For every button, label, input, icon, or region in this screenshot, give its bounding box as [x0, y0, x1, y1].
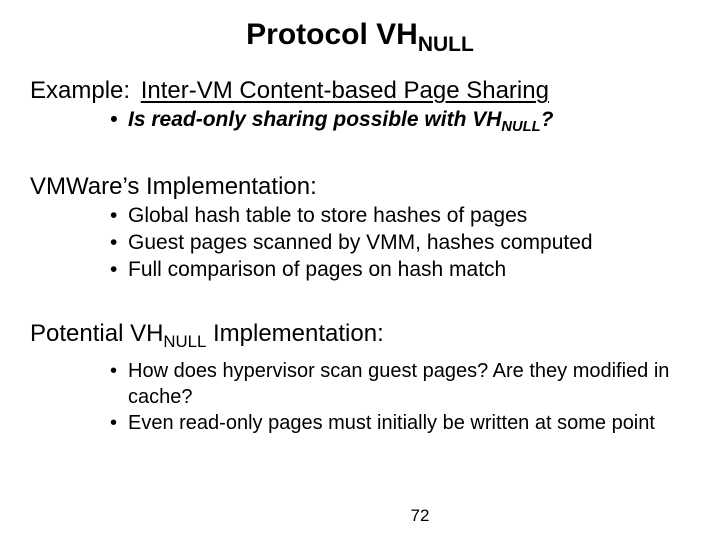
potential-bullet-list: How does hypervisor scan guest pages? Ar…: [30, 359, 690, 436]
vmware-heading: VMWare’s Implementation:: [30, 173, 690, 201]
example-bullet-1-suffix: ?: [541, 108, 554, 131]
potential-heading: Potential VHNULL Implementation:: [30, 320, 690, 352]
potential-bullet-2: Even read-only pages must initially be w…: [110, 411, 690, 437]
vmware-bullet-list: Global hash table to store hashes of pag…: [30, 203, 690, 284]
potential-heading-prefix: Potential VH: [30, 320, 163, 347]
potential-heading-suffix: Implementation:: [206, 320, 383, 347]
example-bullet-list: Is read-only sharing possible with VHNUL…: [30, 107, 690, 137]
title-subscript: NULL: [418, 33, 474, 56]
example-label: Example:: [30, 77, 130, 104]
slide: Protocol VHNULL Example: Inter-VM Conten…: [0, 0, 720, 540]
example-bullet-1-sub: NULL: [501, 119, 540, 135]
example-bullet-1-prefix: Is read-only sharing possible with VH: [128, 108, 501, 131]
title-prefix: Protocol VH: [246, 18, 418, 51]
example-bullet-1: Is read-only sharing possible with VHNUL…: [110, 107, 690, 137]
vmware-bullet-1: Global hash table to store hashes of pag…: [110, 203, 690, 230]
slide-title: Protocol VHNULL: [30, 18, 690, 57]
example-heading: Example: Inter-VM Content-based Page Sha…: [30, 77, 690, 105]
vmware-bullet-2: Guest pages scanned by VMM, hashes compu…: [110, 230, 690, 257]
potential-bullet-1: How does hypervisor scan guest pages? Ar…: [110, 359, 690, 410]
example-underlined: Inter-VM Content-based Page Sharing: [141, 77, 549, 104]
potential-heading-sub: NULL: [163, 331, 206, 350]
vmware-bullet-3: Full comparison of pages on hash match: [110, 257, 690, 284]
page-number: 72: [0, 506, 720, 526]
